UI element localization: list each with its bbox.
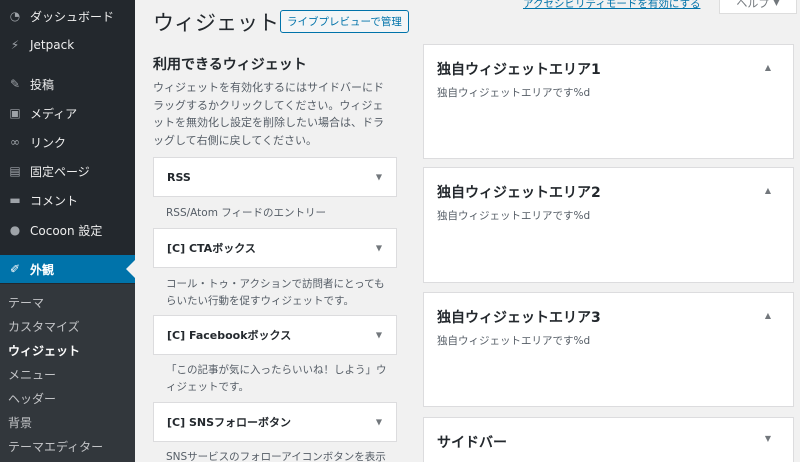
link-icon: ∞ [10,135,20,149]
widget-area-title: 独自ウィジェットエリア3 [437,310,601,326]
submenu-item-widgets[interactable]: ウィジェット [8,342,80,359]
widget-area-3[interactable]: 独自ウィジェットエリア3 独自ウィジェットエリアです%d ▲ [423,292,794,407]
page-title: ウィジェット [153,11,279,35]
dashboard-icon: ◔ [9,9,21,23]
widget-area-title: サイドバー [437,435,507,451]
caret-up-icon[interactable]: ▲ [765,311,771,320]
menu-item-links[interactable]: ∞ リンク [0,128,135,156]
menu-item-dashboard[interactable]: ◔ ダッシュボード [0,2,135,30]
widget-rss[interactable]: RSS ▼ [153,157,397,197]
submenu-item-menus[interactable]: メニュー [8,366,56,383]
menu-item-label: 外観 [30,262,55,277]
live-preview-button[interactable]: ライブプレビューで管理 [280,10,409,33]
menu-item-label: 投稿 [30,77,55,92]
circle-icon: ● [9,223,21,237]
widget-description: RSS/Atom フィードのエントリー [166,207,327,219]
page-icon: ▤ [9,164,21,178]
widget-area-title: 独自ウィジェットエリア1 [437,62,601,78]
widget-area-description: 独自ウィジェットエリアです%d [437,87,591,99]
caret-down-icon: ▼ [375,172,382,182]
submenu-item-background[interactable]: 背景 [8,414,32,431]
widget-sns-follow[interactable]: [C] SNSフォローボタン ▼ [153,402,397,442]
menu-item-jetpack[interactable]: ⚡ Jetpack [0,31,135,59]
widget-name: [C] Facebookボックス [167,329,292,342]
admin-sidebar: ◔ ダッシュボード ⚡ Jetpack ✎ 投稿 ▣ メディア ∞ リンク ▤ … [0,0,135,462]
menu-item-label: Jetpack [30,38,75,52]
menu-item-cocoon[interactable]: ● Cocoon 設定 [0,216,135,244]
caret-down-icon: ▼ [375,243,382,253]
widget-area-description: 独自ウィジェットエリアです%d [437,210,591,222]
widget-facebook-box[interactable]: [C] Facebookボックス ▼ [153,315,397,355]
comment-icon: ▬ [9,193,21,207]
active-indicator [126,260,135,278]
widget-cta-box[interactable]: [C] CTAボックス ▼ [153,228,397,268]
menu-item-label: メディア [30,106,78,121]
widget-area-description: 独自ウィジェットエリアです%d [437,335,591,347]
menu-item-comments[interactable]: ▬ コメント [0,186,135,214]
caret-down-icon[interactable]: ▼ [765,434,771,443]
widget-description: 「この記事が気に入ったらいいね！しよう」ウィジェットです。 [166,364,387,393]
widget-area-1[interactable]: 独自ウィジェットエリア1 独自ウィジェットエリアです%d ▲ [423,44,794,159]
jetpack-icon: ⚡ [10,38,20,52]
submenu-item-customize[interactable]: カスタマイズ [8,318,80,335]
caret-down-icon: ▼ [375,330,382,340]
accessibility-mode-link[interactable]: アクセシビリティモードを有効にする [523,0,700,11]
menu-item-media[interactable]: ▣ メディア [0,99,135,127]
menu-item-appearance[interactable]: ✐ 外観 [0,255,135,283]
widget-description: SNSサービスのフォローアイコンボタンを表示 [166,451,386,462]
menu-item-label: リンク [30,135,67,150]
menu-item-label: コメント [30,193,79,208]
widget-area-sidebar[interactable]: サイドバー ▼ [423,417,794,462]
widget-area-2[interactable]: 独自ウィジェットエリア2 独自ウィジェットエリアです%d ▲ [423,167,794,283]
widget-name: [C] SNSフォローボタン [167,416,292,429]
submenu-item-themes[interactable]: テーマ [8,294,44,311]
pin-icon: ✎ [9,77,21,91]
caret-up-icon[interactable]: ▲ [765,63,771,72]
caret-down-icon: ▼ [375,417,382,427]
widget-name: [C] CTAボックス [167,242,256,255]
menu-item-pages[interactable]: ▤ 固定ページ [0,157,135,185]
appearance-icon: ✐ [9,262,21,276]
media-icon: ▣ [9,106,21,120]
chevron-down-icon: ▼ [773,0,780,7]
available-widgets-title: 利用できるウィジェット [153,57,307,73]
available-widgets-description: ウィジェットを有効化するにはサイドバーにドラッグするかクリックしてください。ウィ… [153,81,384,147]
submenu-item-theme-editor[interactable]: テーマエディター [8,438,103,455]
help-tab[interactable]: ヘルプ ▼ [719,0,797,14]
menu-item-label: Cocoon 設定 [30,223,103,238]
submenu-item-header[interactable]: ヘッダー [8,390,56,407]
caret-up-icon[interactable]: ▲ [765,186,771,195]
widget-description: コール・トゥ・アクションで訪問者にとってもらいたい行動を促すウィジェットです。 [166,278,385,307]
menu-item-posts[interactable]: ✎ 投稿 [0,70,135,98]
appearance-submenu: テーマ カスタマイズ ウィジェット メニュー ヘッダー 背景 テーマエディター [0,284,135,462]
widget-name: RSS [167,170,191,184]
help-label: ヘルプ [736,0,770,10]
menu-item-label: ダッシュボード [30,9,115,24]
menu-item-label: 固定ページ [30,164,90,179]
widget-area-title: 独自ウィジェットエリア2 [437,185,601,201]
